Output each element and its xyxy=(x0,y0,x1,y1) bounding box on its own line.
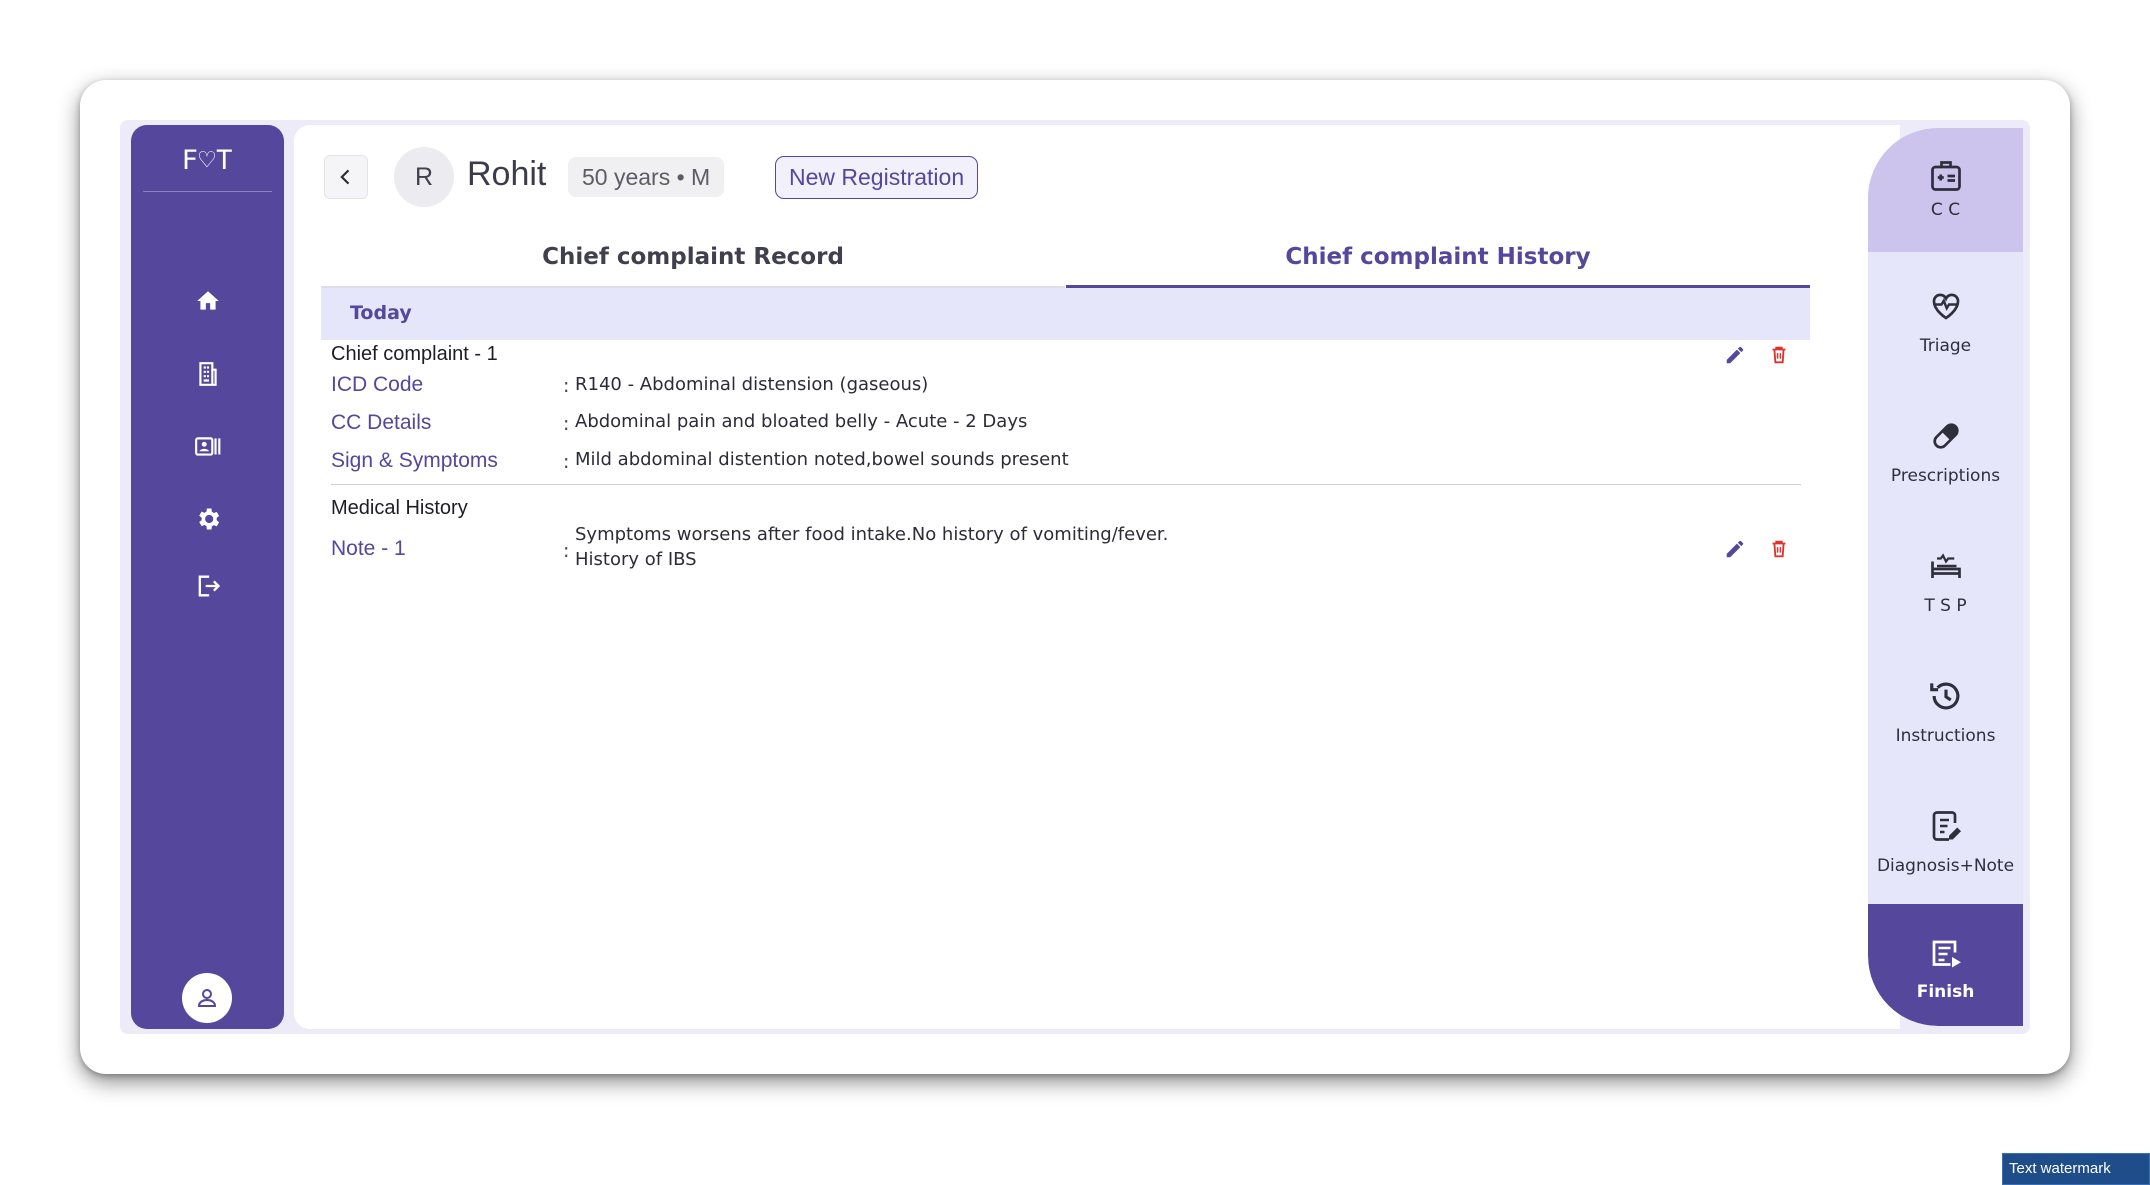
section-divider xyxy=(331,484,1801,485)
right-step-nav: C C Triage Prescriptions T S P Instructi xyxy=(1868,128,2023,1026)
nav-label-prescriptions: Prescriptions xyxy=(1890,466,2001,486)
nav-label-tsp: T S P xyxy=(1924,596,1967,616)
cc-details-value: Abdominal pain and bloated belly - Acute… xyxy=(575,411,1028,432)
patient-name: Rohit xyxy=(467,155,547,193)
tab-chief-complaint-history[interactable]: Chief complaint History xyxy=(1066,238,1810,288)
heart-pulse-icon xyxy=(1926,286,1966,326)
nav-item-instructions[interactable]: Instructions xyxy=(1868,648,2023,772)
finish-icon xyxy=(1926,934,1966,974)
patient-avatar: R xyxy=(394,147,454,207)
text-watermark: Text watermark xyxy=(2002,1153,2150,1185)
gear-icon[interactable] xyxy=(187,498,229,540)
date-group-header: Today xyxy=(321,288,1810,340)
icd-code-label: ICD Code xyxy=(331,373,424,396)
nav-label-finish: Finish xyxy=(1916,982,1975,1002)
nav-item-triage[interactable]: Triage xyxy=(1868,258,2023,382)
pill-icon xyxy=(1926,416,1966,456)
building-icon[interactable] xyxy=(187,353,229,395)
medical-history-title: Medical History xyxy=(331,497,468,519)
trash-icon xyxy=(1772,346,1786,364)
pencil-icon xyxy=(1726,346,1744,364)
nav-label-diagnosis-note: Diagnosis+Note xyxy=(1876,856,2015,876)
patient-age-gender: 50 years • M xyxy=(568,157,725,197)
chevron-left-icon xyxy=(340,169,350,185)
user-avatar-button[interactable] xyxy=(182,973,232,1023)
cc-details-label: CC Details xyxy=(331,411,432,434)
nav-item-finish[interactable]: Finish xyxy=(1868,904,2023,1026)
edit-note-button[interactable] xyxy=(1721,535,1749,563)
left-sidebar: F♡T xyxy=(131,125,284,1029)
logout-icon[interactable] xyxy=(187,565,229,607)
pencil-icon xyxy=(1726,540,1744,558)
trash-icon xyxy=(1772,540,1786,558)
screen: F♡T R Rohit 50 years • M New Registratio… xyxy=(0,0,2150,1185)
nav-item-cc[interactable]: C C xyxy=(1868,128,2023,252)
back-button[interactable] xyxy=(324,155,368,199)
note-label: Note - 1 xyxy=(331,537,406,560)
bed-icon xyxy=(1926,546,1966,586)
icd-code-separator: : xyxy=(563,375,570,397)
icd-code-value: R140 - Abdominal distension (gaseous) xyxy=(575,374,929,395)
chief-complaint-title: Chief complaint - 1 xyxy=(331,343,498,365)
note-value-line-2: History of IBS xyxy=(575,549,697,570)
note-separator: : xyxy=(563,540,570,562)
tab-bar: Chief complaint Record Chief complaint H… xyxy=(321,238,1810,288)
edit-chief-complaint-button[interactable] xyxy=(1721,341,1749,369)
date-group-label: Today xyxy=(350,302,412,324)
id-card-plus-icon xyxy=(1926,156,1966,196)
app-logo: F♡T xyxy=(181,145,234,176)
contact-card-icon[interactable] xyxy=(187,426,229,468)
note-value-line-1: Symptoms worsens after food intake.No hi… xyxy=(575,524,1169,545)
logo-divider xyxy=(143,191,272,192)
nav-item-diagnosis-note[interactable]: Diagnosis+Note xyxy=(1868,778,2023,902)
nav-label-instructions: Instructions xyxy=(1895,726,1996,746)
nav-label-triage: Triage xyxy=(1919,336,1972,356)
clipboard-edit-icon xyxy=(1926,806,1966,846)
delete-chief-complaint-button[interactable] xyxy=(1765,341,1793,369)
nav-label-cc: C C xyxy=(1930,200,1961,220)
sign-symptoms-value: Mild abdominal distention noted,bowel so… xyxy=(575,449,1069,470)
tab-chief-complaint-record[interactable]: Chief complaint Record xyxy=(321,238,1065,288)
nav-item-tsp[interactable]: T S P xyxy=(1868,518,2023,642)
new-registration-button[interactable]: New Registration xyxy=(775,156,979,199)
home-icon[interactable] xyxy=(187,280,229,322)
sign-symptoms-label: Sign & Symptoms xyxy=(331,449,498,472)
person-icon xyxy=(197,989,217,1007)
nav-item-prescriptions[interactable]: Prescriptions xyxy=(1868,388,2023,512)
cc-details-separator: : xyxy=(563,413,570,435)
sign-symptoms-separator: : xyxy=(563,451,570,473)
history-clock-icon xyxy=(1926,676,1966,716)
delete-note-button[interactable] xyxy=(1765,535,1793,563)
